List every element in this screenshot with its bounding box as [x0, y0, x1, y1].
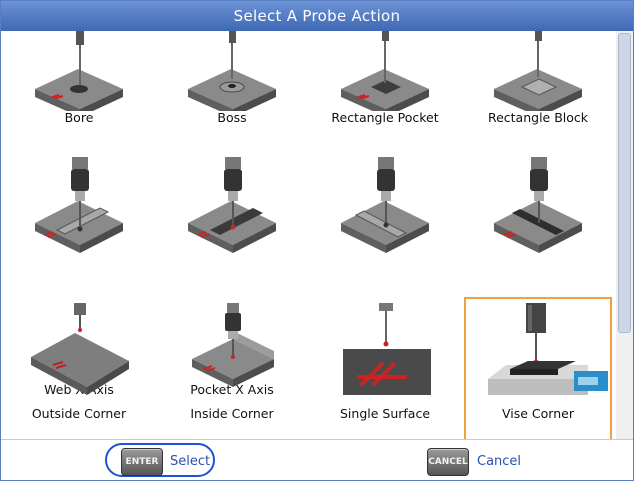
tile-label: Bore [64, 110, 94, 125]
tile-vise-corner[interactable]: Vise Corner [464, 297, 612, 439]
cancel-key-icon[interactable]: CANCEL [427, 448, 469, 476]
cancel-button[interactable]: Cancel [477, 454, 521, 469]
tile-label: Inside Corner [190, 406, 274, 421]
tile-label: Single Surface [339, 406, 431, 421]
probe-action-grid: Bore Boss Rectangle Pocket Rectangle Blo… [1, 31, 616, 439]
outside-corner-illustration [31, 303, 129, 395]
dialog-footer: ENTER Select CANCEL Cancel [1, 439, 633, 480]
cancel-key-label: CANCEL [428, 457, 468, 467]
scrollbar-thumb[interactable] [618, 33, 631, 333]
single-surface-illustration [343, 303, 431, 395]
tile-label: Vise Corner [502, 406, 574, 421]
tile-web-x-axis[interactable]: Web X Axis [5, 155, 153, 397]
rectangle-pocket-illustration [341, 31, 429, 111]
boss-illustration [188, 31, 276, 111]
pocket-y-axis-illustration [494, 157, 582, 253]
enter-key-icon[interactable]: ENTER [121, 448, 163, 476]
web-x-axis-illustration [35, 157, 123, 253]
bore-illustration [35, 31, 123, 111]
tile-label: Rectangle Pocket [331, 110, 439, 125]
select-button[interactable]: Select [170, 454, 210, 469]
rectangle-block-illustration [494, 31, 582, 111]
enter-key-label: ENTER [125, 457, 159, 467]
tile-pocket-y-axis[interactable]: Pocket Y Axis [464, 155, 612, 397]
inside-corner-illustration [192, 303, 274, 387]
web-y-axis-illustration [341, 157, 429, 253]
probe-action-dialog: Select A Probe Action Bore Boss Rectangl… [0, 0, 634, 481]
pocket-x-axis-illustration [188, 157, 276, 253]
tile-label: Boss [217, 110, 247, 125]
vise-corner-illustration [488, 303, 608, 395]
tile-web-y-axis[interactable]: Web Y Axis [311, 155, 459, 397]
tile-label: Outside Corner [31, 406, 127, 421]
tile-pocket-x-axis[interactable]: Pocket X Axis [158, 155, 306, 397]
tile-label: Rectangle Block [487, 110, 589, 125]
vertical-scrollbar[interactable] [616, 31, 633, 439]
tile-single-surface[interactable]: Single Surface [311, 299, 459, 439]
tile-outside-corner[interactable]: Outside Corner [5, 299, 153, 439]
tile-inside-corner[interactable]: Inside Corner [158, 299, 306, 439]
dialog-title: Select A Probe Action [1, 1, 633, 31]
